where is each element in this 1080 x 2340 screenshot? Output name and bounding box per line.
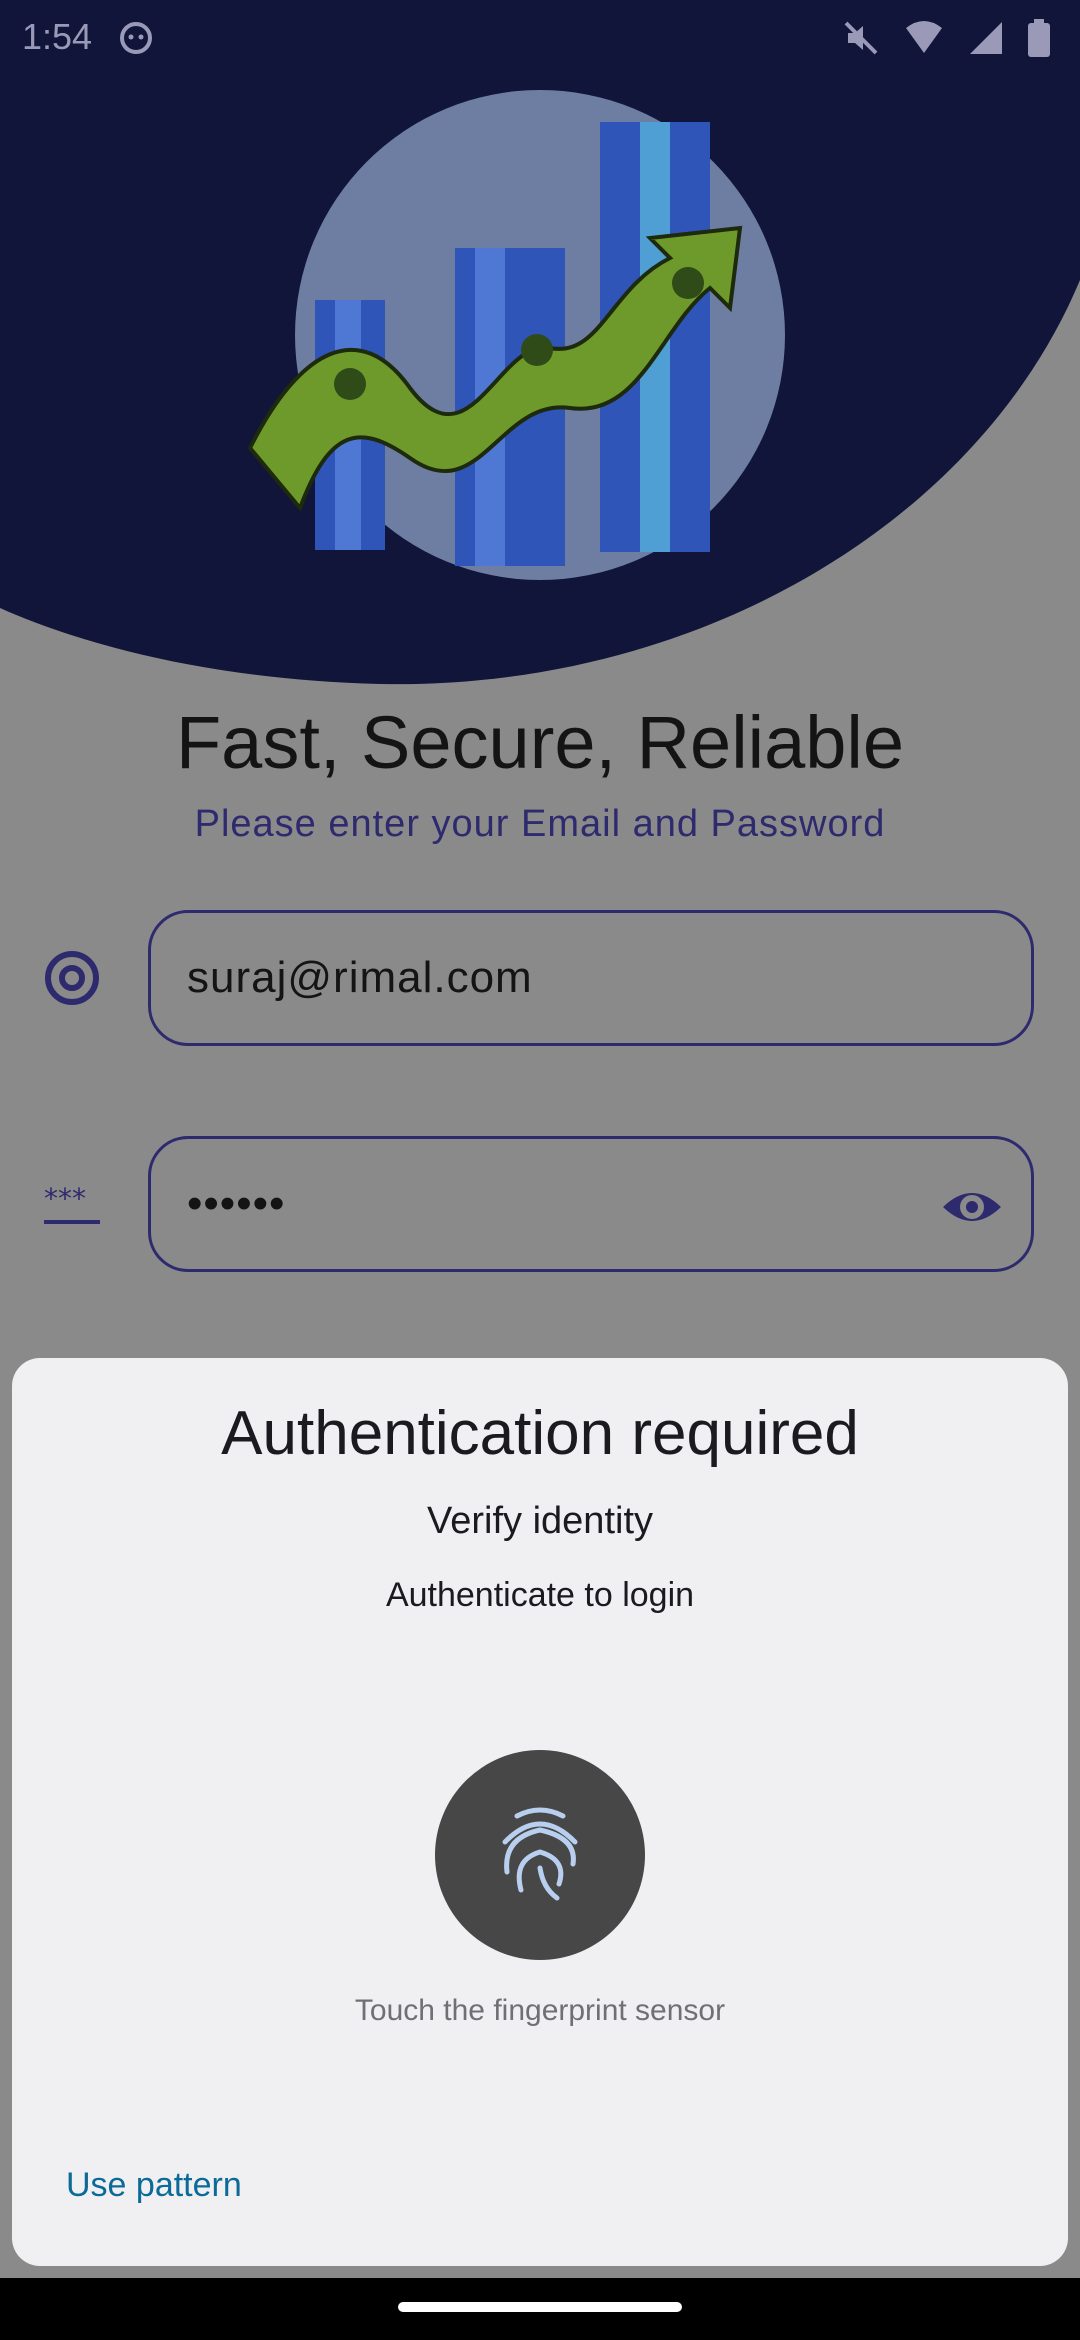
use-pattern-button[interactable]: Use pattern [62, 2158, 246, 2213]
eye-icon[interactable] [941, 1179, 1003, 1235]
at-icon [45, 951, 99, 1005]
hero-illustration [247, 90, 785, 580]
wifi-icon [906, 21, 942, 53]
fingerprint-hint: Touch the fingerprint sensor [354, 1994, 726, 2027]
signal-icon [970, 22, 1002, 54]
battery-icon [1028, 19, 1050, 57]
status-bar: 1:54 [0, 0, 1080, 76]
email-value: suraj@rimal.com [187, 953, 533, 1002]
mute-icon [844, 21, 878, 55]
fingerprint-button[interactable] [435, 1750, 645, 1960]
password-value: •••••• [187, 1179, 286, 1228]
home-handle[interactable] [398, 2302, 682, 2312]
subline: Please enter your Email and Password [194, 803, 886, 845]
status-time: 1:54 [22, 16, 93, 57]
login-screen: 1:54 Fast, Secure, Reliable Please enter… [0, 0, 1080, 2340]
dialog-subtitle: Verify identity [427, 1500, 653, 1542]
svg-text:***: *** [44, 1182, 86, 1215]
fingerprint-icon [502, 1807, 578, 1901]
biometric-dialog: Authentication required Verify identity … [12, 1358, 1068, 2266]
dialog-title: Authentication required [221, 1399, 859, 1468]
cat-notification-icon [120, 22, 152, 54]
status-icons [842, 18, 1050, 58]
headline: Fast, Secure, Reliable [175, 701, 904, 784]
navigation-bar [0, 2278, 1080, 2340]
dialog-description: Authenticate to login [385, 1576, 695, 1614]
email-field[interactable]: suraj@rimal.com [148, 910, 1034, 1046]
password-field[interactable]: •••••• [148, 1136, 1034, 1272]
password-icon: *** [44, 1182, 100, 1224]
